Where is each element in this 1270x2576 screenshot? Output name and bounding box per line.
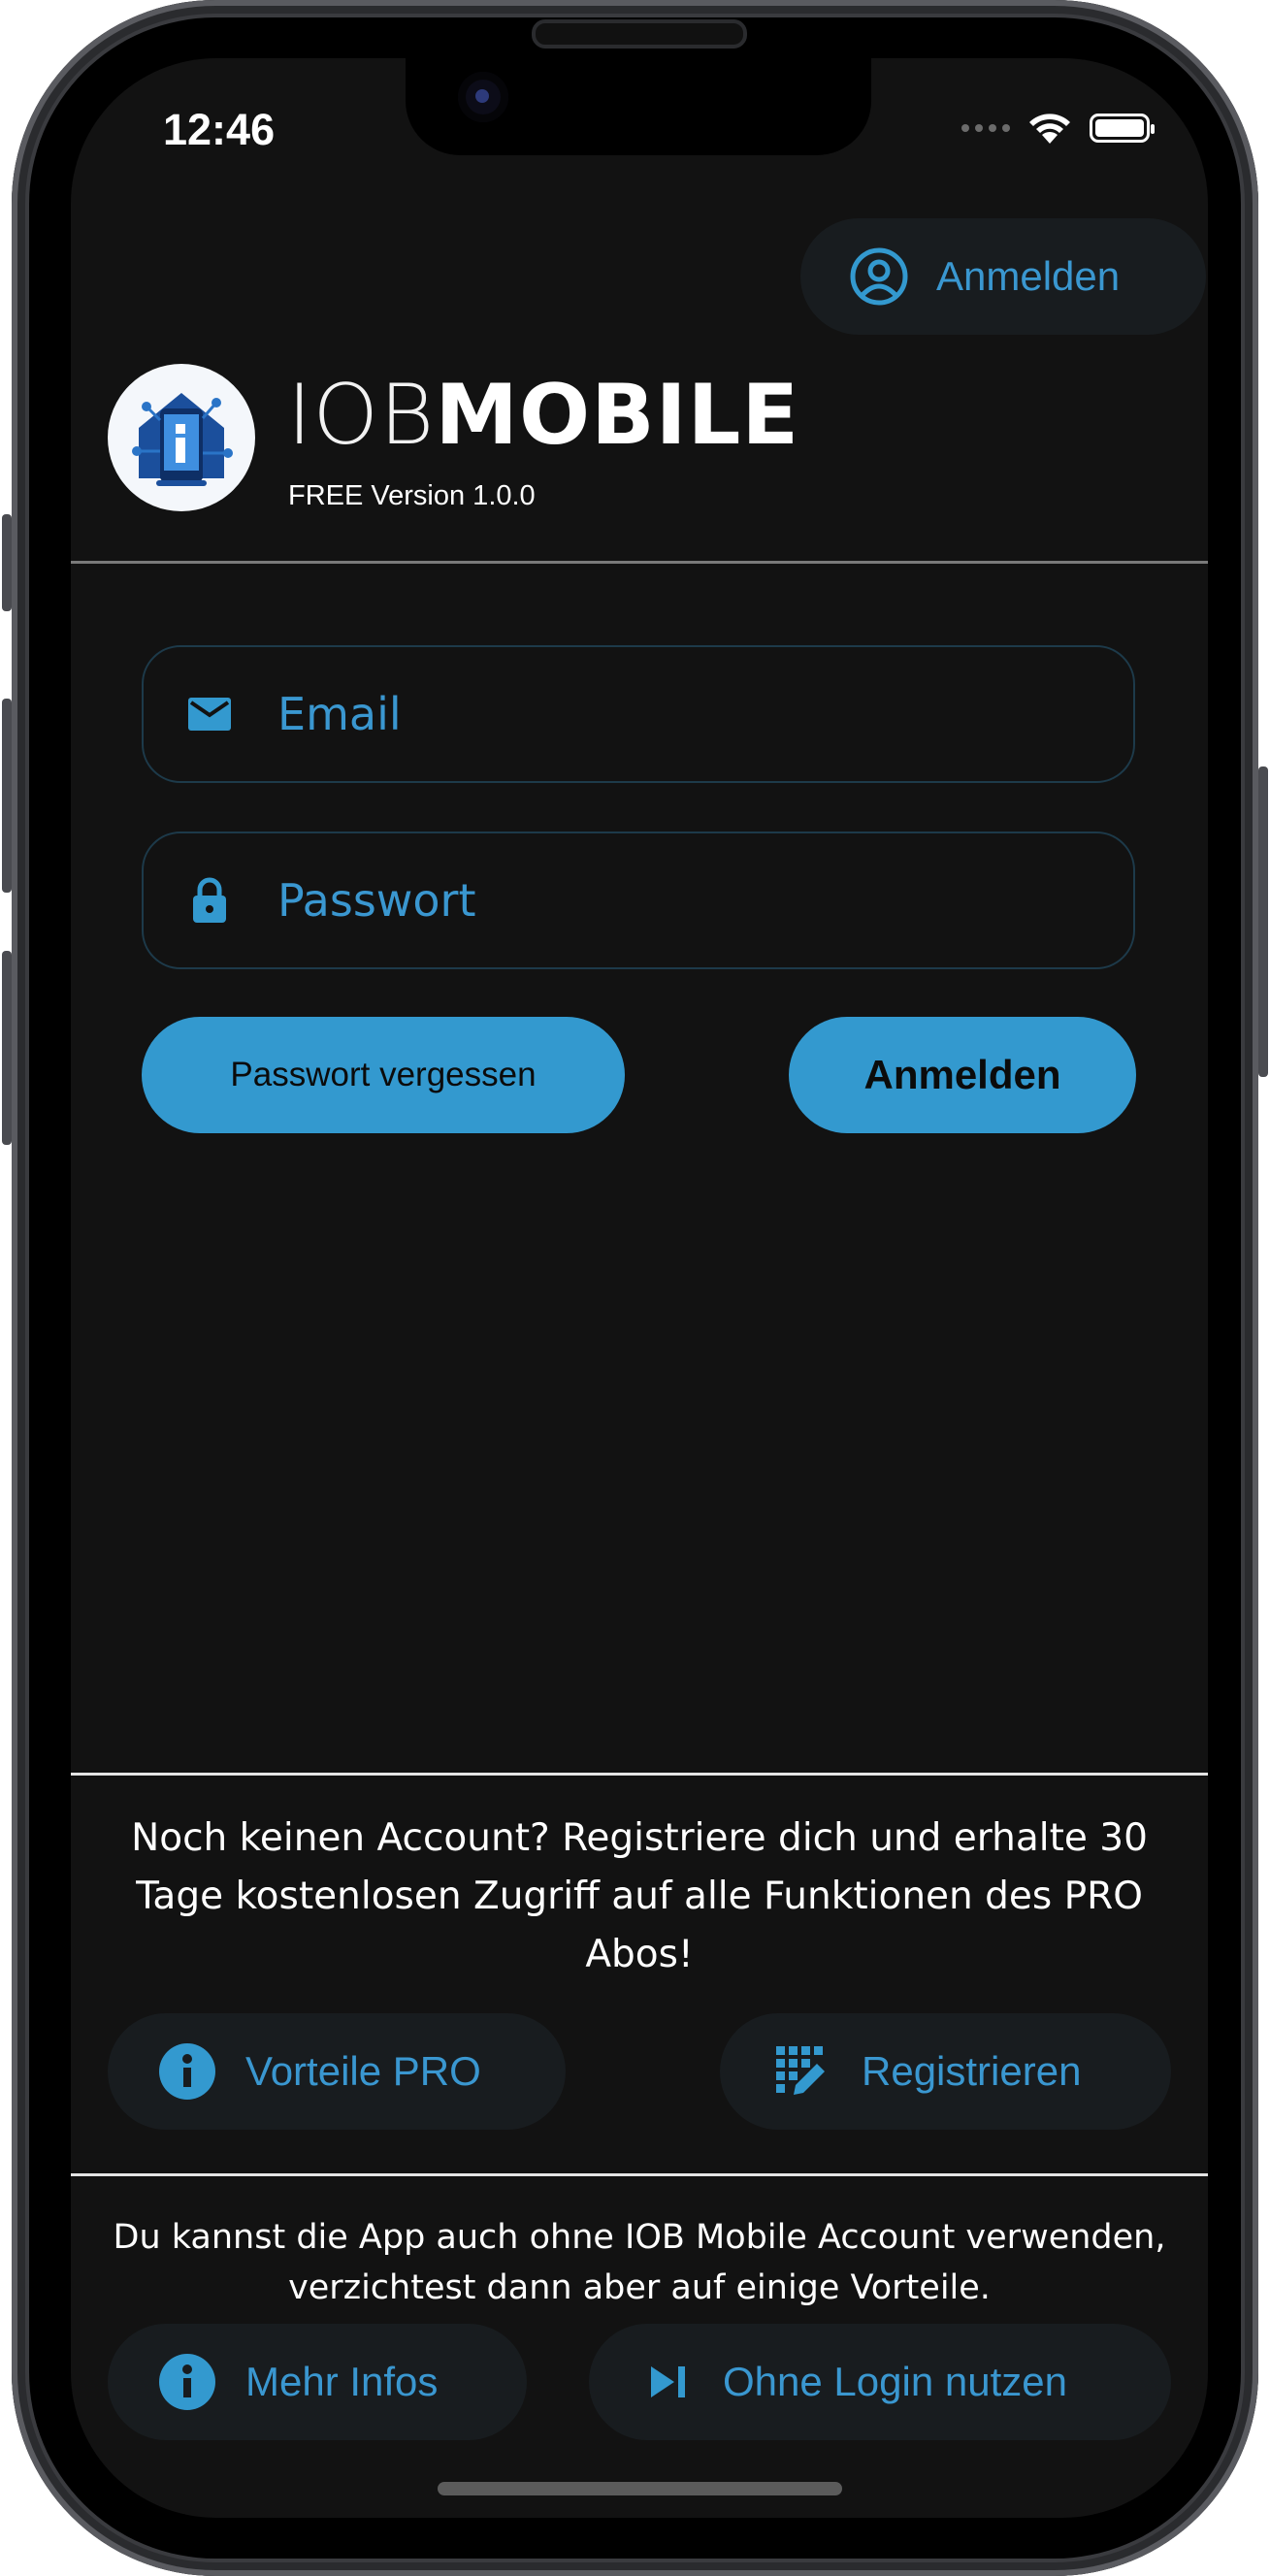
wifi-icon	[1029, 114, 1070, 144]
register-divider	[71, 1773, 1208, 1776]
register-button[interactable]: Registrieren	[720, 2013, 1171, 2130]
home-indicator[interactable]	[438, 2482, 842, 2495]
header-login-label: Anmelden	[936, 253, 1121, 299]
forgot-password-button[interactable]: Passwort vergessen	[142, 1017, 625, 1133]
use-without-login-label: Ohne Login nutzen	[723, 2359, 1067, 2404]
password-field[interactable]	[142, 831, 1135, 969]
version-label: FREE Version 1.0.0	[288, 480, 536, 511]
account-circle-icon	[849, 246, 909, 307]
guest-info-text: Du kannst die App auch ohne IOB Mobile A…	[113, 2218, 1166, 2307]
header-divider	[71, 561, 1208, 564]
signal-icon	[961, 124, 1010, 132]
brand-wordmark: IOBMOBILE	[287, 374, 799, 457]
earpiece-speaker	[532, 19, 747, 49]
lock-icon	[187, 876, 232, 925]
volume-up-button	[2, 699, 12, 893]
pro-benefits-label: Vorteile PRO	[245, 2048, 481, 2094]
camera-notch	[406, 58, 871, 155]
info-icon	[158, 2353, 216, 2411]
use-without-login-button[interactable]: Ohne Login nutzen	[589, 2324, 1171, 2440]
header-login-button[interactable]: Anmelden	[800, 218, 1206, 335]
status-icons	[961, 112, 1155, 145]
skip-next-icon	[649, 2364, 688, 2399]
password-input[interactable]	[276, 873, 1017, 928]
login-submit-button[interactable]: Anmelden	[789, 1017, 1136, 1133]
pro-benefits-button[interactable]: Vorteile PRO	[108, 2013, 566, 2130]
action-button	[2, 514, 12, 611]
more-info-button[interactable]: Mehr Infos	[108, 2324, 527, 2440]
guest-divider	[71, 2173, 1208, 2176]
email-input[interactable]	[276, 687, 1017, 741]
more-info-label: Mehr Infos	[245, 2359, 439, 2404]
app-logo	[108, 364, 255, 511]
email-field[interactable]	[142, 645, 1135, 783]
brand-bold: MOBILE	[435, 367, 800, 464]
app-screen: 12:46 Anmelden IOBMOBILE FREE Version 1.…	[71, 58, 1208, 2518]
power-button	[1258, 766, 1268, 1077]
register-info-text: Noch keinen Account? Registriere dich un…	[131, 1816, 1148, 1976]
register-label: Registrieren	[862, 2048, 1082, 2094]
brand-light: IOB	[287, 367, 436, 464]
status-time: 12:46	[163, 105, 276, 154]
battery-icon	[1090, 114, 1155, 143]
registration-icon	[774, 2044, 829, 2099]
mail-icon	[187, 697, 232, 732]
volume-down-button	[2, 951, 12, 1145]
info-icon	[158, 2042, 216, 2101]
front-camera	[458, 72, 508, 122]
